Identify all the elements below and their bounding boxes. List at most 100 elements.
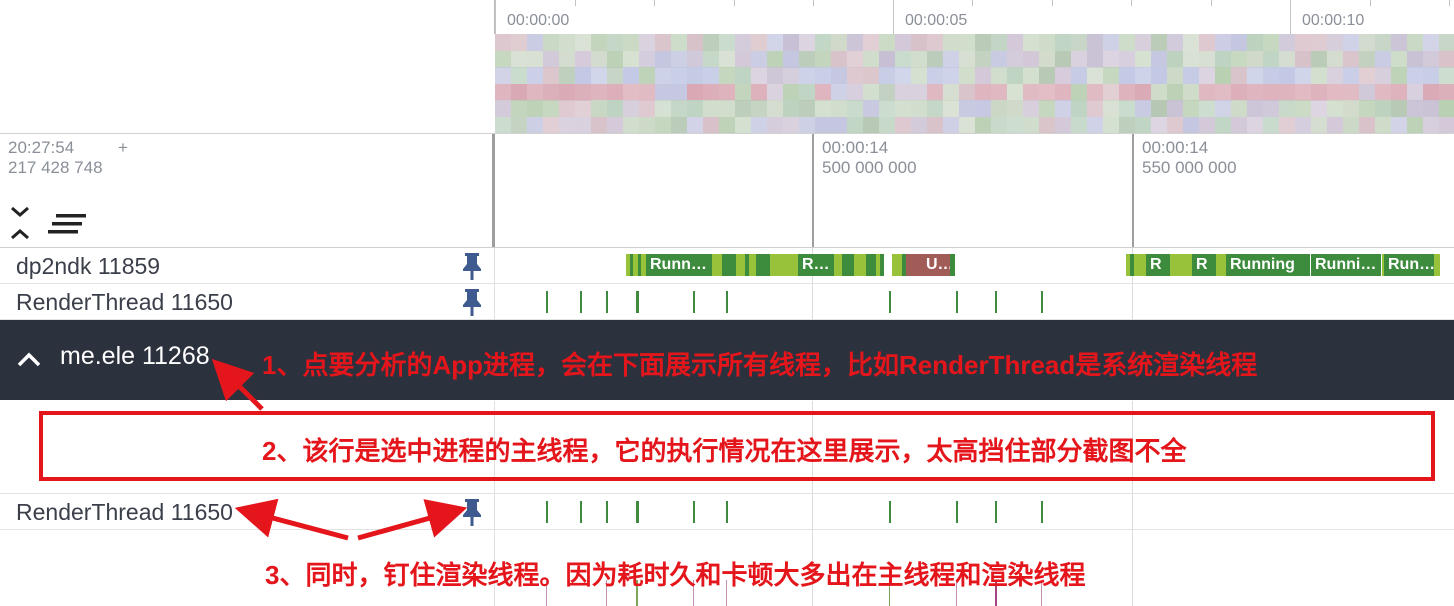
overview-heat-cell (911, 83, 927, 101)
overview-heat-cell (1007, 34, 1023, 51)
overview-heat-cell (1087, 116, 1103, 133)
filter-icon[interactable] (48, 210, 88, 236)
track-gridline (812, 494, 813, 529)
render-slice[interactable] (546, 291, 548, 313)
overview-heat-cell (1007, 67, 1023, 84)
thread-state-slice[interactable]: R (1146, 254, 1170, 276)
collapse-icon[interactable] (10, 206, 30, 240)
overview-heat-cell (543, 34, 559, 51)
render-slice[interactable] (636, 501, 639, 523)
thread-state-slice[interactable] (906, 254, 922, 276)
thread-state-slice[interactable] (1434, 254, 1440, 276)
render-slice[interactable] (606, 501, 608, 523)
render-slice[interactable] (726, 501, 728, 523)
overview-heat-cell (1327, 116, 1343, 133)
render-slice[interactable] (956, 501, 958, 523)
overview-heat-cell (1327, 100, 1343, 117)
pin-icon[interactable] (460, 251, 484, 281)
render-slice[interactable] (1041, 291, 1043, 313)
chevron-up-icon[interactable] (16, 348, 42, 370)
thread-state-slice[interactable]: U… (922, 254, 950, 276)
render-slice[interactable] (546, 501, 548, 523)
thread-state-slice[interactable] (892, 254, 902, 276)
overview-heat-cell (495, 116, 511, 133)
render-slice[interactable] (1041, 501, 1043, 523)
thread-state-slice[interactable] (1126, 254, 1146, 276)
thread-state-slice[interactable] (712, 254, 722, 276)
thread-state-slice[interactable] (854, 254, 866, 276)
overview-heat-cell (991, 116, 1007, 133)
ruler-gridline (812, 134, 814, 247)
thread-state-slice[interactable] (626, 254, 646, 276)
render-slice[interactable] (693, 291, 695, 313)
overview-heat-cell (687, 34, 703, 51)
thread-state-slice[interactable]: R… (798, 254, 834, 276)
overview-heat-cell (1039, 100, 1055, 117)
thread-state-slice[interactable] (1216, 254, 1226, 276)
overview-tick (734, 0, 735, 6)
overview-heat-cell (1183, 67, 1199, 84)
thread-state-slice[interactable] (630, 254, 633, 276)
thread-state-slice[interactable] (880, 254, 884, 276)
render-slice[interactable] (889, 501, 891, 523)
render-slice[interactable] (606, 291, 608, 313)
pin-icon[interactable] (460, 287, 484, 317)
overview-heat-cell (1247, 67, 1263, 84)
overview-heat-cell (1167, 83, 1183, 101)
overview-heat-cell (527, 67, 543, 84)
overview-heat-cell (815, 116, 831, 133)
render-slice[interactable] (995, 291, 997, 313)
overview-heat-cell (671, 83, 687, 101)
thread-state-slice[interactable] (866, 254, 876, 276)
thread-state-slice[interactable] (834, 254, 842, 276)
overview-heat-cell (575, 67, 591, 84)
overview-heat-cell (527, 116, 543, 133)
overview-heat-cell (799, 34, 815, 51)
overview-heat-cell (655, 67, 671, 84)
overview-heat-cell (1039, 50, 1055, 68)
render-slice[interactable] (956, 291, 958, 313)
overview-heat-cell (623, 116, 639, 133)
thread-state-slice[interactable] (756, 254, 770, 276)
overview-heat-cell (495, 50, 511, 68)
thread-state-slice[interactable]: Run… (1384, 254, 1434, 276)
thread-state-slice[interactable] (950, 254, 955, 276)
track-pinned-main-thread[interactable]: dp2ndk 11859 Runn… R… U… R R Running Run… (0, 248, 1454, 284)
render-slice[interactable] (889, 291, 891, 313)
thread-state-slice[interactable]: Runn… (646, 254, 712, 276)
thread-state-slice[interactable] (745, 254, 749, 276)
overview-heat-cell (1439, 83, 1454, 101)
render-slice[interactable] (726, 291, 728, 313)
thread-state-slice[interactable]: Running (1226, 254, 1310, 276)
thread-state-slice[interactable]: Runni… (1311, 254, 1381, 276)
annotation-note-3: 3、同时，钉住渲染线程。因为耗时久和卡顿大多出在主线程和渲染线程 (265, 560, 1086, 590)
thread-state-slice[interactable] (1130, 254, 1134, 276)
pin-icon[interactable] (460, 497, 484, 527)
thread-state-slice[interactable]: R (1192, 254, 1216, 276)
render-slice[interactable] (636, 291, 639, 313)
overview-heat-cell (495, 67, 511, 84)
thread-state-slice[interactable] (722, 254, 736, 276)
thread-state-slice[interactable] (770, 254, 798, 276)
overview-heat-cell (975, 116, 991, 133)
overview-heat-cell (1327, 83, 1343, 101)
thread-state-slice[interactable] (842, 254, 854, 276)
render-slice[interactable] (580, 291, 582, 313)
overview-timeline[interactable]: 00:00:00 00:00:05 00:00:10 (0, 0, 1454, 134)
render-slice[interactable] (693, 501, 695, 523)
overview-heat-cell (751, 67, 767, 84)
track-render-thread[interactable]: RenderThread 11650 (0, 494, 1454, 530)
overview-heat-cell (975, 50, 991, 68)
overview-tick (1370, 0, 1371, 6)
overview-heat-cell (1023, 100, 1039, 117)
track-gridline (812, 284, 813, 319)
thread-state-slice[interactable] (1170, 254, 1192, 276)
thread-state-slice[interactable] (638, 254, 641, 276)
render-slice[interactable] (580, 501, 582, 523)
annotation-note-2: 2、该行是选中进程的主线程，它的执行情况在这里展示，太高挡住部分截图不全 (262, 436, 1187, 466)
overview-heat-cell (1391, 50, 1407, 68)
render-slice[interactable] (995, 501, 997, 523)
track-pinned-render-thread[interactable]: RenderThread 11650 (0, 284, 1454, 320)
annotation-note-1: 1、点要分析的App进程，会在下面展示所有线程，比如RenderThread是系… (262, 350, 1258, 380)
overview-heat-cell (1263, 34, 1279, 51)
